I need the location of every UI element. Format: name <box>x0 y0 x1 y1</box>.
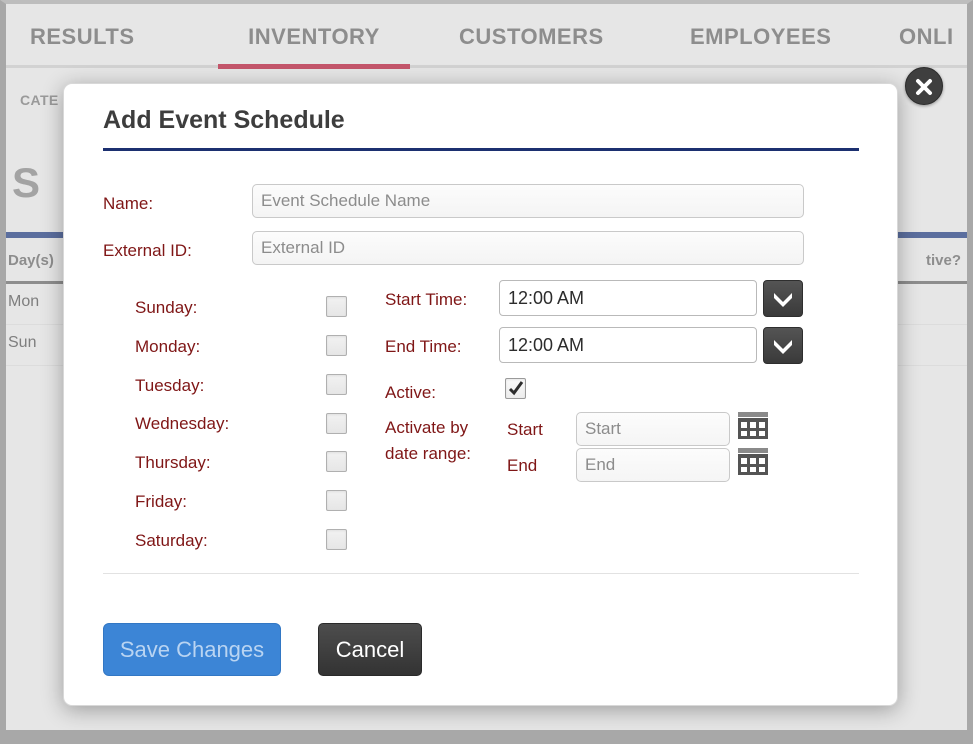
external-id-input[interactable] <box>252 231 804 265</box>
save-changes-button[interactable]: Save Changes <box>103 623 281 676</box>
thursday-checkbox[interactable] <box>326 451 347 472</box>
checkmark-icon <box>508 381 523 396</box>
date-range-label-line2: date range: <box>385 444 472 463</box>
category-heading: CATE <box>20 92 59 108</box>
end-time-input[interactable] <box>499 327 757 363</box>
sunday-label: Sunday: <box>135 298 198 317</box>
monday-checkbox[interactable] <box>326 335 347 356</box>
date-range-start-input[interactable] <box>576 412 730 446</box>
date-range-end-input[interactable] <box>576 448 730 482</box>
friday-label: Friday: <box>135 492 187 511</box>
name-label: Name: <box>103 194 154 213</box>
sunday-checkbox[interactable] <box>326 296 347 317</box>
date-range-end-calendar-button[interactable] <box>737 447 769 477</box>
date-range-end-label: End <box>507 456 538 475</box>
saturday-label: Saturday: <box>135 531 208 550</box>
cancel-button[interactable]: Cancel <box>318 623 422 676</box>
monday-label: Monday: <box>135 337 201 356</box>
table-header-active: tive? <box>926 252 962 269</box>
wednesday-label: Wednesday: <box>135 414 230 433</box>
table-cell-day: Mon <box>8 293 40 310</box>
nav-tab-online[interactable]: ONLI <box>899 16 954 68</box>
close-icon <box>916 79 932 95</box>
main-navigation-tabs: RESULTS INVENTORY CUSTOMERS EMPLOYEES ON… <box>6 16 967 69</box>
start-time-input[interactable] <box>499 280 757 316</box>
footer-divider <box>103 573 859 574</box>
date-range-start-calendar-button[interactable] <box>737 411 769 441</box>
nav-tab-customers[interactable]: CUSTOMERS <box>459 16 604 68</box>
friday-checkbox[interactable] <box>326 490 347 511</box>
external-id-label: External ID: <box>103 241 192 260</box>
section-heading-letter: S <box>12 159 41 206</box>
close-dialog-button[interactable] <box>905 67 943 105</box>
start-time-label: Start Time: <box>385 290 468 309</box>
add-event-schedule-dialog: Add Event Schedule Name: External ID: Su… <box>63 83 898 706</box>
chevron-down-icon <box>774 340 792 354</box>
tuesday-label: Tuesday: <box>135 376 205 395</box>
dialog-title: Add Event Schedule <box>103 106 345 134</box>
table-header-days: Day(s) <box>8 252 54 269</box>
thursday-label: Thursday: <box>135 453 211 472</box>
tuesday-checkbox[interactable] <box>326 374 347 395</box>
date-range-label-line1: Activate by <box>385 418 469 437</box>
table-cell-day: Sun <box>8 334 37 351</box>
name-input[interactable] <box>252 184 804 218</box>
start-time-dropdown-button[interactable] <box>763 280 803 317</box>
nav-tab-inventory[interactable]: INVENTORY <box>218 16 410 69</box>
active-label: Active: <box>385 383 437 402</box>
chevron-down-icon <box>774 293 792 307</box>
end-time-dropdown-button[interactable] <box>763 327 803 364</box>
wednesday-checkbox[interactable] <box>326 413 347 434</box>
date-range-start-label: Start <box>507 420 543 439</box>
nav-tab-results[interactable]: RESULTS <box>30 16 135 68</box>
nav-tab-employees[interactable]: EMPLOYEES <box>690 16 831 68</box>
app-window: RESULTS INVENTORY CUSTOMERS EMPLOYEES ON… <box>0 0 973 744</box>
calendar-icon <box>738 448 768 475</box>
calendar-icon <box>738 412 768 439</box>
active-checkbox[interactable] <box>505 378 526 399</box>
end-time-label: End Time: <box>385 337 462 356</box>
title-underline <box>103 148 859 151</box>
saturday-checkbox[interactable] <box>326 529 347 550</box>
